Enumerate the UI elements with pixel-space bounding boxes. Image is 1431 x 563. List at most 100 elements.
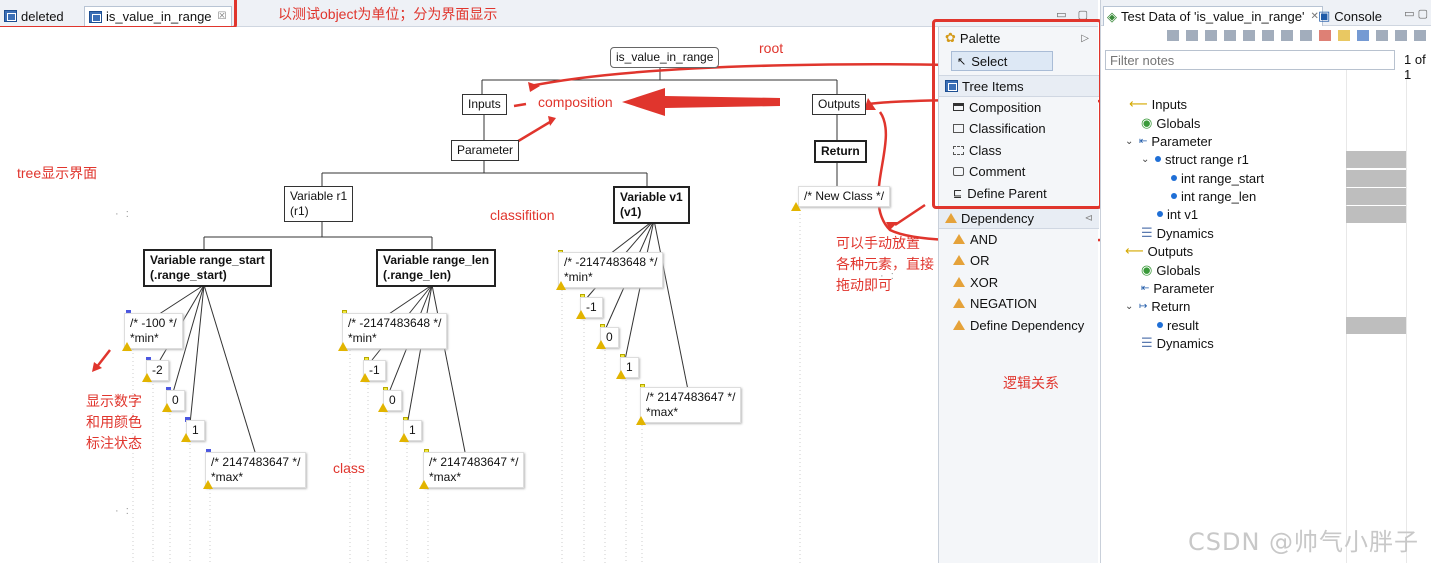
window-controls[interactable]: ▭ ▢ [1404, 7, 1428, 20]
chevron-down-icon[interactable]: ⌄ [1125, 136, 1135, 147]
toolbar-icon[interactable] [1281, 30, 1293, 41]
tree-row-output-parameter[interactable]: ⇤ Parameter [1101, 279, 1431, 297]
classification-return[interactable]: Return [814, 140, 867, 163]
tab-label: Console [1334, 8, 1382, 24]
class-range-len-max[interactable]: /* 2147483647 */*max* [423, 452, 525, 488]
composition-outputs[interactable]: Outputs [812, 94, 867, 115]
watermark: CSDN @帅气小胖子 [1188, 528, 1420, 556]
tree-row-return[interactable]: ⌄ ↦ Return [1101, 297, 1431, 315]
toolbar-icon[interactable] [1300, 30, 1312, 41]
toolbar-icon[interactable] [1357, 30, 1369, 41]
warning-icon [378, 403, 388, 412]
chevron-down-icon[interactable]: ⌄ [1125, 301, 1135, 312]
palette-item-xor[interactable]: XOR [953, 272, 998, 292]
value-cell[interactable] [1346, 188, 1406, 205]
chevron-down-icon[interactable]: ⌄ [1141, 154, 1151, 165]
toolbar-icon[interactable] [1262, 30, 1274, 41]
warning-icon [399, 433, 409, 442]
row-label: int v1 [1167, 206, 1199, 222]
row-label: result [1167, 317, 1199, 333]
tree-row-inputs[interactable]: ⟵ Inputs [1101, 95, 1431, 113]
row-label: Outputs [1147, 243, 1194, 259]
class-tag: *min* [130, 331, 159, 345]
palette-item-and[interactable]: AND [953, 229, 997, 249]
class-range-start-max[interactable]: /* 2147483647 */*max* [205, 452, 307, 488]
value-cell[interactable] [1346, 151, 1406, 168]
toolbar-icon[interactable] [1205, 30, 1217, 41]
composition-inputs[interactable]: Inputs [462, 94, 507, 115]
tree-row-struct-range-r1[interactable]: ⌄ struct range r1 [1101, 150, 1431, 168]
toolbar-icon[interactable] [1186, 30, 1198, 41]
tree-row-range-start[interactable]: int range_start [1101, 169, 1431, 187]
classification-variable-range-len[interactable]: Variable range_len (.range_len) [376, 249, 497, 287]
parameter-icon: ⇤ [1141, 282, 1150, 294]
tree-root-node[interactable]: is_value_in_range [610, 47, 720, 68]
node-label: is_value_in_range [616, 50, 714, 64]
toolbar-icon[interactable] [1167, 30, 1179, 41]
toolbar-icon[interactable] [1414, 30, 1426, 41]
tab-test-data[interactable]: ◈ Test Data of 'is_value_in_range' ✕ [1103, 6, 1323, 26]
class-range-start-min[interactable]: /* -100 */*min* [124, 313, 183, 349]
page-indicator: 1 of 1 [1404, 52, 1426, 82]
tree-row-result[interactable]: result [1101, 316, 1431, 334]
class-range-len-min[interactable]: /* -2147483648 */*min* [342, 313, 448, 349]
toolbar-icon[interactable] [1319, 30, 1331, 41]
test-data-panel: ◈ Test Data of 'is_value_in_range' ✕ ▣ C… [1100, 0, 1431, 563]
tree-row-output-dynamics[interactable]: ☰ Dynamics [1101, 334, 1431, 352]
toolbar-icon[interactable] [1376, 30, 1388, 41]
tree-row-globals[interactable]: ◉ Globals [1101, 114, 1431, 132]
toolbar-icon[interactable] [1395, 30, 1407, 41]
node-label: Parameter [457, 143, 514, 157]
tree-row-output-globals[interactable]: ◉ Globals [1101, 261, 1431, 279]
class-value: /* -100 */ [130, 316, 177, 330]
tab-console[interactable]: ▣ Console [1315, 6, 1385, 26]
tab-label: Test Data of 'is_value_in_range' [1121, 9, 1305, 24]
variable-icon [1157, 322, 1163, 328]
classification-variable-v1[interactable]: Variable v1 (v1) [613, 186, 690, 224]
class-v1-max[interactable]: /* 2147483647 */*max* [640, 387, 742, 423]
warning-icon [181, 433, 191, 442]
grid-dots: · : [115, 208, 131, 220]
variable-icon [1171, 193, 1177, 199]
item-label: Define Dependency [970, 317, 1085, 333]
value-cell[interactable] [1346, 170, 1406, 187]
console-icon: ▣ [1318, 8, 1331, 23]
dynamics-icon: ☰ [1141, 225, 1153, 240]
tree-row-outputs[interactable]: ⟵ Outputs [1101, 242, 1431, 260]
outputs-icon: ⟵ [1125, 243, 1144, 258]
test-data-icon: ◈ [1107, 8, 1117, 24]
row-label: int range_len [1181, 188, 1257, 204]
palette-item-define-dependency[interactable]: Define Dependency [953, 315, 1084, 335]
tree-row-dynamics[interactable]: ☰ Dynamics [1101, 224, 1431, 242]
class-new-class[interactable]: /* New Class */ [798, 186, 891, 207]
tree-row-range-len[interactable]: int range_len [1101, 187, 1431, 205]
palette-item-or[interactable]: OR [953, 250, 990, 270]
class-tag: *min* [348, 331, 377, 345]
globe-icon: ◉ [1141, 115, 1153, 130]
tree-row-parameter[interactable]: ⌄ ⇤ Parameter [1101, 132, 1431, 150]
warning-icon [360, 373, 370, 382]
inputs-icon: ⟵ [1129, 96, 1148, 111]
value-cell[interactable] [1346, 317, 1406, 334]
class-v1-min[interactable]: /* -2147483648 */*min* [558, 252, 664, 288]
class-tag: *max* [646, 405, 679, 419]
value-cell[interactable] [1346, 206, 1406, 223]
row-label: Globals [1156, 115, 1201, 131]
pin-icon[interactable]: ⊲ [1085, 213, 1093, 224]
item-label: OR [970, 252, 990, 268]
class-value: /* -2147483648 */ [564, 255, 658, 269]
tree-row-v1[interactable]: int v1 [1101, 205, 1431, 223]
dependency-drawer[interactable]: Dependency ⊲ [939, 207, 1099, 229]
palette-item-negation[interactable]: NEGATION [953, 293, 1037, 313]
composition-parameter[interactable]: Parameter [451, 140, 520, 161]
toolbar-icon[interactable] [1224, 30, 1236, 41]
toolbar-icon[interactable] [1243, 30, 1255, 41]
annotation-line: 拖动即可 [836, 277, 892, 293]
classification-variable-r1[interactable]: Variable r1 (r1) [284, 186, 354, 222]
row-label: Return [1151, 298, 1191, 314]
filter-notes-input[interactable] [1105, 50, 1395, 70]
toolbar-icon[interactable] [1338, 30, 1350, 41]
node-label: /* New Class */ [804, 189, 885, 203]
classification-variable-range-start[interactable]: Variable range_start (.range_start) [143, 249, 272, 287]
dynamics-icon: ☰ [1141, 335, 1153, 350]
